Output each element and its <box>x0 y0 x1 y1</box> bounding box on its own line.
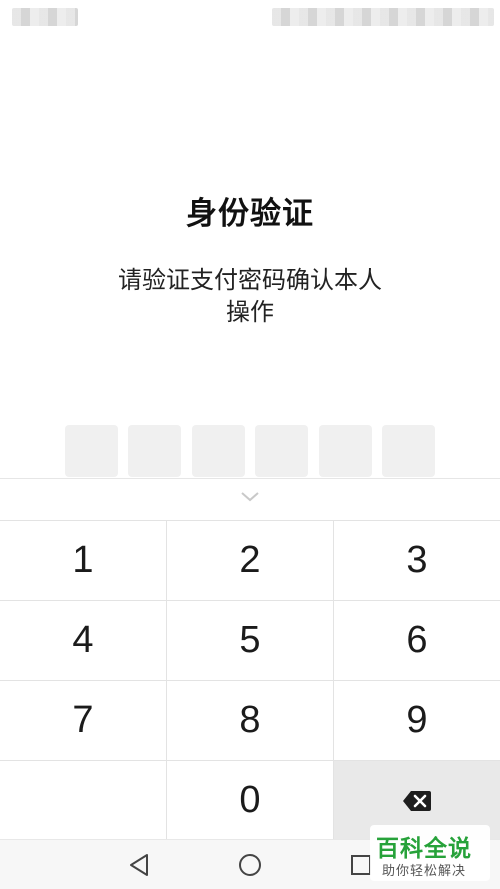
status-bar-icons-blurred <box>272 8 494 26</box>
key-9[interactable]: 9 <box>334 681 500 760</box>
status-bar-time-blurred <box>12 8 78 26</box>
status-bar <box>0 0 500 34</box>
key-6[interactable]: 6 <box>334 601 500 680</box>
key-4[interactable]: 4 <box>0 601 166 680</box>
circle-home-icon[interactable] <box>237 852 263 878</box>
numeric-keypad: 1 2 3 4 5 6 7 8 9 0 <box>0 520 500 840</box>
pin-digit-box[interactable] <box>128 425 181 477</box>
triangle-back-icon[interactable] <box>127 852 153 878</box>
watermark-sub-text: 助你轻松解决 <box>382 864 467 879</box>
key-2[interactable]: 2 <box>167 521 333 600</box>
chevron-down-icon[interactable] <box>240 489 260 503</box>
pin-digit-box[interactable] <box>192 425 245 477</box>
pin-input[interactable] <box>65 425 435 477</box>
page-title: 身份验证 <box>186 196 314 232</box>
key-3[interactable]: 3 <box>334 521 500 600</box>
key-8[interactable]: 8 <box>167 681 333 760</box>
instruction-line-2: 操作 <box>226 298 274 326</box>
watermark-main-text: 百科全说 <box>376 836 472 862</box>
key-blank <box>0 761 166 840</box>
pin-digit-box[interactable] <box>319 425 372 477</box>
backspace-icon <box>403 790 431 811</box>
key-1[interactable]: 1 <box>0 521 166 600</box>
keypad-divider <box>0 600 500 601</box>
pin-digit-box[interactable] <box>65 425 118 477</box>
pin-digit-box[interactable] <box>255 425 308 477</box>
keyboard-collapse-bar[interactable] <box>0 478 500 520</box>
key-0[interactable]: 0 <box>167 761 333 840</box>
pin-digit-box[interactable] <box>382 425 435 477</box>
keypad-divider <box>0 760 500 761</box>
instruction-line-1: 请验证支付密码确认本人 <box>118 266 382 294</box>
key-7[interactable]: 7 <box>0 681 166 760</box>
watermark-logo: 百科全说 助你轻松解决 <box>370 825 490 881</box>
key-5[interactable]: 5 <box>167 601 333 680</box>
instruction-text: 请验证支付密码确认本人 操作 <box>100 264 400 328</box>
keypad-divider <box>0 680 500 681</box>
